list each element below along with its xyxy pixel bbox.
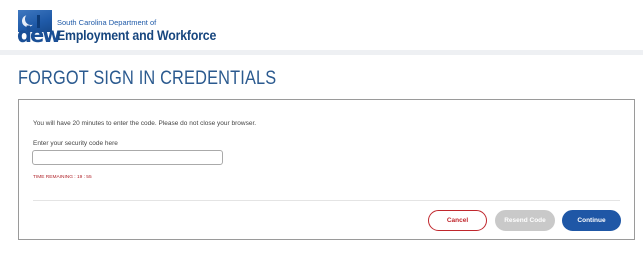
page-title: FORGOT SIGN IN CREDENTIALS bbox=[18, 68, 277, 89]
resend-code-button[interactable]: Resend Code bbox=[495, 210, 555, 231]
security-code-card: You will have 20 minutes to enter the co… bbox=[18, 99, 635, 240]
logo-letters: dew bbox=[17, 23, 62, 47]
instruction-text: You will have 20 minutes to enter the co… bbox=[33, 120, 257, 127]
card-divider bbox=[33, 200, 620, 201]
cancel-button[interactable]: Cancel bbox=[428, 210, 487, 231]
site-header: dew South Carolina Department of Employm… bbox=[0, 0, 643, 52]
security-code-input[interactable] bbox=[32, 150, 223, 165]
org-name: Employment and Workforce bbox=[57, 27, 217, 43]
dew-logo[interactable]: dew bbox=[17, 10, 62, 47]
security-code-label: Enter your security code here bbox=[33, 140, 118, 147]
continue-button[interactable]: Continue bbox=[562, 210, 621, 231]
time-remaining: TIME REMAINING : 19 : 55 bbox=[33, 175, 92, 180]
header-divider bbox=[0, 50, 643, 55]
org-line: South Carolina Department of bbox=[57, 18, 157, 27]
